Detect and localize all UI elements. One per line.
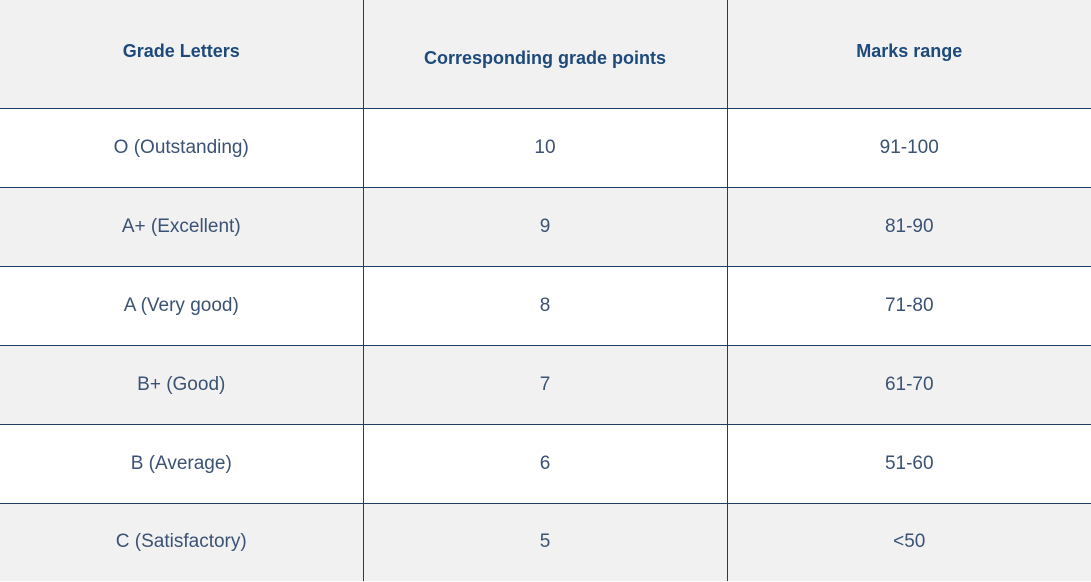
cell-grade-letter: O (Outstanding): [0, 107, 364, 188]
header-grade-points: Corresponding grade points: [362, 0, 728, 109]
table-row: O (Outstanding) 10 91-100: [0, 107, 1091, 188]
header-row: Grade Letters Corresponding grade points…: [0, 0, 1091, 109]
cell-grade-letter: B (Average): [0, 423, 364, 504]
cell-marks-range: 51-60: [726, 423, 1091, 504]
cell-grade-points: 7: [362, 344, 728, 425]
cell-grade-letter: A (Very good): [0, 265, 364, 346]
table-row: C (Satisfactory) 5 <50: [0, 502, 1091, 581]
header-grade-letters: Grade Letters: [0, 0, 364, 109]
table-row: A (Very good) 8 71-80: [0, 265, 1091, 346]
table-header: Grade Letters Corresponding grade points…: [0, 0, 1091, 109]
table-body: O (Outstanding) 10 91-100 A+ (Excellent)…: [0, 107, 1091, 581]
table-row: A+ (Excellent) 9 81-90: [0, 186, 1091, 267]
cell-grade-letter: B+ (Good): [0, 344, 364, 425]
table-row: B (Average) 6 51-60: [0, 423, 1091, 504]
cell-marks-range: 81-90: [726, 186, 1091, 267]
cell-grade-points: 8: [362, 265, 728, 346]
cell-marks-range: 71-80: [726, 265, 1091, 346]
cell-marks-range: 91-100: [726, 107, 1091, 188]
cell-grade-points: 10: [362, 107, 728, 188]
cell-marks-range: 61-70: [726, 344, 1091, 425]
grade-table: Grade Letters Corresponding grade points…: [0, 0, 1091, 581]
cell-grade-points: 9: [362, 186, 728, 267]
cell-grade-points: 6: [362, 423, 728, 504]
cell-marks-range: <50: [726, 502, 1091, 581]
cell-grade-points: 5: [362, 502, 728, 581]
table-row: B+ (Good) 7 61-70: [0, 344, 1091, 425]
cell-grade-letter: C (Satisfactory): [0, 502, 364, 581]
cell-grade-letter: A+ (Excellent): [0, 186, 364, 267]
header-marks-range: Marks range: [726, 0, 1091, 109]
